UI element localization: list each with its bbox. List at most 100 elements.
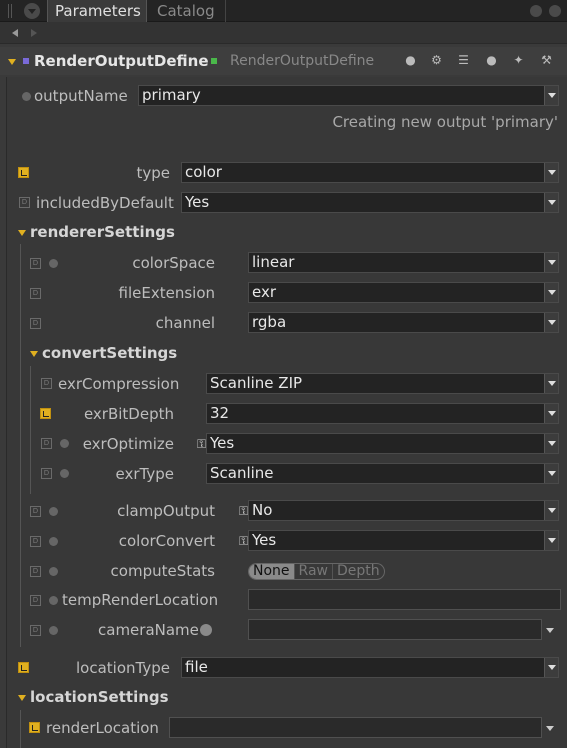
default-indicator-icon[interactable]: D bbox=[30, 625, 41, 636]
channel-label: channel bbox=[155, 314, 215, 332]
node-name[interactable]: RenderOutputDefine bbox=[34, 52, 209, 70]
locked-indicator-icon[interactable] bbox=[18, 662, 29, 673]
default-indicator-icon[interactable]: D bbox=[30, 318, 41, 329]
collapse-group-icon[interactable] bbox=[30, 351, 38, 357]
chevron-down-icon[interactable] bbox=[546, 628, 554, 633]
output-name-label: outputName bbox=[34, 87, 128, 105]
included-by-default-value: Yes bbox=[185, 193, 210, 211]
close-icon[interactable] bbox=[549, 5, 561, 17]
dropdown-arrow-icon[interactable] bbox=[544, 501, 558, 520]
compute-stats-option-raw[interactable]: Raw bbox=[295, 564, 333, 579]
dropdown-arrow-icon[interactable] bbox=[544, 253, 558, 272]
dropdown-arrow-icon[interactable] bbox=[544, 313, 558, 332]
dropdown-arrow-icon[interactable] bbox=[544, 163, 558, 182]
temp-render-location-input[interactable] bbox=[248, 589, 561, 610]
dropdown-arrow-icon[interactable] bbox=[544, 193, 558, 212]
tab-catalog[interactable]: Catalog bbox=[150, 0, 226, 22]
help-icon[interactable] bbox=[49, 567, 58, 576]
dropdown-arrow-icon[interactable] bbox=[544, 464, 558, 483]
comment-icon[interactable]: ● bbox=[485, 54, 498, 67]
render-location-input[interactable] bbox=[169, 717, 542, 738]
default-indicator-icon[interactable]: D bbox=[30, 566, 41, 577]
collapse-node-icon[interactable] bbox=[8, 59, 16, 65]
renderer-settings-title[interactable]: rendererSettings bbox=[30, 223, 175, 241]
help-icon[interactable] bbox=[60, 439, 69, 448]
default-indicator-icon[interactable]: D bbox=[41, 468, 52, 479]
help-icon[interactable] bbox=[60, 469, 69, 478]
dropdown-arrow-icon[interactable] bbox=[544, 86, 558, 105]
file-extension-label: fileExtension bbox=[118, 284, 215, 302]
key-icon[interactable]: ⚿ bbox=[239, 504, 248, 518]
help-icon[interactable] bbox=[49, 537, 58, 546]
status-message: Creating new output 'primary' bbox=[332, 113, 558, 131]
compute-stats-option-depth[interactable]: Depth bbox=[333, 564, 384, 579]
panel-grip-icon[interactable] bbox=[8, 4, 12, 18]
default-indicator-icon[interactable]: D bbox=[30, 595, 41, 606]
pin-icon[interactable]: ✦ bbox=[512, 54, 525, 67]
dropdown-arrow-icon[interactable] bbox=[544, 374, 558, 393]
panel-tab-bar: Parameters Catalog bbox=[0, 0, 567, 22]
dropdown-arrow-icon[interactable] bbox=[544, 434, 558, 453]
location-settings-title[interactable]: locationSettings bbox=[30, 688, 169, 706]
output-name-field[interactable]: primary bbox=[138, 85, 559, 106]
clamp-output-dropdown[interactable]: No bbox=[248, 500, 559, 521]
key-icon[interactable]: ⚿ bbox=[197, 437, 206, 451]
color-space-dropdown[interactable]: linear bbox=[248, 252, 559, 273]
gear-icon[interactable]: ⚙ bbox=[430, 54, 443, 67]
back-arrow-icon[interactable] bbox=[12, 29, 18, 37]
collapse-group-icon[interactable] bbox=[18, 230, 26, 236]
default-indicator-icon[interactable]: D bbox=[30, 536, 41, 547]
clamp-output-label: clampOutput bbox=[117, 502, 215, 520]
exr-bit-depth-dropdown[interactable]: 32 bbox=[206, 403, 559, 424]
minimize-icon[interactable] bbox=[530, 5, 542, 17]
help-icon[interactable] bbox=[49, 626, 58, 635]
help-icon[interactable] bbox=[49, 596, 58, 605]
exr-type-value: Scanline bbox=[210, 464, 274, 482]
locked-indicator-icon[interactable] bbox=[40, 408, 51, 419]
convert-settings-title[interactable]: convertSettings bbox=[42, 344, 177, 362]
exr-compression-dropdown[interactable]: Scanline ZIP bbox=[206, 373, 559, 394]
default-indicator-icon[interactable]: D bbox=[30, 258, 41, 269]
collapse-group-icon[interactable] bbox=[18, 695, 26, 701]
node-state-icon bbox=[211, 58, 217, 64]
camera-link-icon[interactable] bbox=[200, 624, 212, 636]
help-icon[interactable] bbox=[22, 92, 31, 101]
type-label: type bbox=[136, 164, 170, 182]
camera-name-input[interactable] bbox=[248, 619, 542, 640]
tab-parameters[interactable]: Parameters bbox=[47, 0, 147, 22]
help-icon[interactable]: ● bbox=[404, 54, 417, 67]
color-convert-dropdown[interactable]: Yes bbox=[248, 530, 559, 551]
exr-bit-depth-value: 32 bbox=[210, 404, 230, 422]
chevron-down-icon[interactable] bbox=[546, 726, 554, 731]
hierarchy-icon[interactable]: ☰ bbox=[457, 54, 470, 67]
default-indicator-icon[interactable]: D bbox=[30, 288, 41, 299]
locked-indicator-icon[interactable] bbox=[29, 722, 40, 733]
forward-arrow-icon[interactable] bbox=[31, 29, 37, 37]
file-extension-dropdown[interactable]: exr bbox=[248, 282, 559, 303]
channel-dropdown[interactable]: rgba bbox=[248, 312, 559, 333]
exr-optimize-dropdown[interactable]: Yes bbox=[206, 433, 559, 454]
dropdown-arrow-icon[interactable] bbox=[544, 404, 558, 423]
default-indicator-icon[interactable]: D bbox=[19, 197, 30, 208]
exr-type-dropdown[interactable]: Scanline bbox=[206, 463, 559, 484]
dropdown-arrow-icon[interactable] bbox=[544, 658, 558, 677]
dropdown-arrow-icon[interactable] bbox=[544, 531, 558, 550]
default-indicator-icon[interactable]: D bbox=[41, 438, 52, 449]
compute-stats-label: computeStats bbox=[110, 562, 215, 580]
key-icon[interactable]: ⚿ bbox=[239, 534, 248, 548]
included-by-default-dropdown[interactable]: Yes bbox=[181, 192, 559, 213]
group-divider bbox=[20, 244, 21, 647]
navigation-bar bbox=[0, 22, 567, 44]
help-icon[interactable] bbox=[49, 507, 58, 516]
default-indicator-icon[interactable]: D bbox=[41, 378, 52, 389]
render-location-label: renderLocation bbox=[46, 719, 159, 737]
wrench-icon[interactable]: ⚒ bbox=[540, 54, 553, 67]
locked-indicator-icon[interactable] bbox=[18, 167, 29, 178]
help-icon[interactable] bbox=[49, 259, 58, 268]
default-indicator-icon[interactable]: D bbox=[30, 506, 41, 517]
location-type-dropdown[interactable]: file bbox=[181, 657, 559, 678]
dropdown-arrow-icon[interactable] bbox=[544, 283, 558, 302]
tab-menu-icon[interactable] bbox=[24, 3, 40, 19]
compute-stats-option-none[interactable]: None bbox=[249, 564, 295, 579]
type-dropdown[interactable]: color bbox=[181, 162, 559, 183]
